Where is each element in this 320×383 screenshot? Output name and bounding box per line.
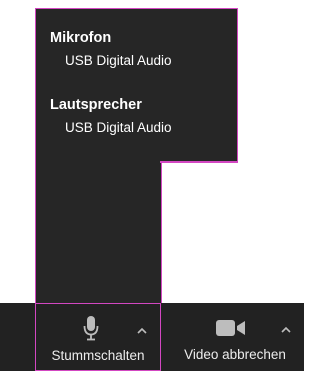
audio-options-caret-icon[interactable] (136, 326, 148, 336)
video-camera-icon (216, 320, 245, 336)
video-options-caret-icon[interactable] (280, 325, 292, 335)
speaker-header: Lautsprecher (50, 97, 142, 113)
microphone-header: Mikrofon (50, 30, 112, 46)
stop-video-button-label: Video abbrechen (184, 347, 286, 362)
microphone-section: Mikrofon USB Digital Audio (50, 29, 172, 70)
stop-video-button[interactable]: Video abbrechen (166, 303, 304, 371)
speaker-device-option[interactable]: USB Digital Audio (65, 119, 172, 137)
speaker-section: Lautsprecher USB Digital Audio (50, 96, 172, 137)
meeting-window: Mikrofon USB Digital Audio Lautsprecher … (0, 0, 304, 383)
meeting-toolbar: Stummschalten Video abbrechen (0, 303, 304, 371)
mute-button[interactable]: Stummschalten (35, 303, 161, 371)
audio-menu-border (160, 161, 238, 163)
microphone-device-option[interactable]: USB Digital Audio (65, 52, 172, 70)
mute-button-label: Stummschalten (51, 348, 145, 363)
audio-menu-popup-tail (35, 163, 162, 303)
microphone-icon (83, 316, 99, 341)
